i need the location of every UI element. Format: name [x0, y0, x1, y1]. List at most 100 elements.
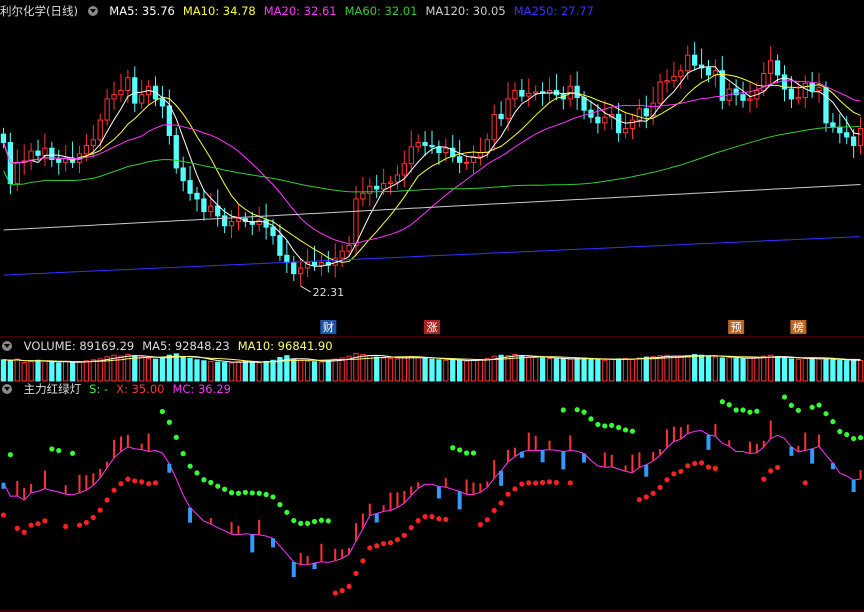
candle	[339, 250, 345, 259]
signal-bar	[561, 451, 566, 470]
support-dot	[180, 451, 186, 457]
chevron-down-icon[interactable]	[2, 384, 12, 394]
volume-bar	[7, 360, 14, 382]
signal-bar	[1, 482, 6, 489]
resistance-dot	[139, 479, 145, 485]
signal-bar	[638, 452, 641, 468]
candle	[643, 108, 649, 117]
signal-bar	[92, 473, 95, 486]
signal-bar	[631, 454, 634, 473]
support-dot	[616, 424, 622, 431]
resistance-dot	[705, 464, 712, 470]
signal-bar	[361, 513, 364, 529]
signal-bar	[78, 474, 81, 493]
support-dot	[816, 402, 822, 408]
ma-legend-item-1: MA10: 34.78	[182, 4, 256, 18]
support-dot	[574, 407, 580, 413]
candle	[505, 98, 511, 120]
ma-legend-item-0: MA5: 35.76	[109, 4, 175, 18]
signal-bar	[64, 485, 67, 495]
resistance-dot	[422, 513, 428, 520]
support-dot	[235, 490, 242, 496]
volume-bar	[685, 355, 691, 382]
support-dot	[159, 408, 166, 415]
candle	[263, 219, 269, 228]
support-dot	[215, 483, 221, 489]
resistance-dot	[97, 507, 103, 513]
volume-bar	[664, 354, 670, 382]
volume-bar	[477, 358, 484, 382]
candle	[664, 80, 670, 83]
support-dot	[560, 407, 566, 413]
volume-legend-item-1: MA5: 92848.23	[142, 339, 230, 353]
resistance-dot	[657, 484, 663, 491]
candle	[491, 113, 497, 141]
volume-bar	[484, 357, 490, 382]
signal-bar	[728, 440, 731, 447]
candle	[394, 174, 401, 183]
candle	[857, 128, 864, 146]
volume-bar	[415, 356, 421, 382]
stock-title[interactable]: 利尔化学(日线)	[0, 4, 78, 18]
support-dot	[457, 447, 463, 453]
volume-bar	[533, 357, 539, 382]
volume-bar	[42, 360, 48, 382]
volume-bar	[97, 358, 103, 382]
signal-bar	[666, 429, 669, 448]
candle	[581, 97, 587, 111]
volume-bar	[788, 358, 795, 382]
signal-bar	[762, 440, 765, 447]
signal-bar	[291, 562, 296, 578]
volume-bar	[754, 356, 760, 382]
candle	[415, 142, 421, 148]
resistance-dot	[63, 523, 69, 530]
resistance-dot	[761, 476, 767, 482]
candle	[512, 89, 518, 100]
support-dot	[242, 489, 248, 495]
chevron-down-icon[interactable]	[2, 341, 12, 351]
resistance-dot	[111, 487, 117, 493]
candle	[519, 89, 525, 97]
signal-bar	[188, 507, 193, 523]
resistance-dot	[678, 468, 684, 475]
ma20-line	[3, 80, 861, 245]
signal-bar	[389, 492, 392, 511]
mc-line	[3, 430, 861, 566]
support-dot	[747, 409, 753, 415]
candle	[215, 205, 221, 217]
resistance-dot	[650, 490, 656, 496]
signal-bar	[258, 519, 261, 535]
support-dot	[781, 394, 788, 400]
candle	[111, 94, 117, 100]
signal-bar	[126, 434, 129, 447]
support-dot	[194, 470, 200, 476]
candle	[768, 60, 774, 75]
candle	[629, 119, 636, 130]
volume-bar	[215, 361, 221, 382]
signal-bar	[209, 517, 212, 524]
resistance-dot	[152, 480, 159, 486]
signal-bar	[147, 433, 150, 452]
candle	[602, 116, 608, 124]
volume-bar	[733, 357, 739, 382]
support-dot	[622, 427, 629, 433]
resistance-dot	[14, 525, 20, 531]
indicator-legend-item-0: 主力红绿灯	[23, 382, 82, 396]
resistance-dot	[408, 525, 414, 531]
signal-bar	[334, 548, 337, 561]
signal-bar	[312, 562, 317, 569]
signal-bar	[507, 449, 510, 462]
stock-chart[interactable]: 22.31 财 涨 预 榜	[0, 0, 864, 612]
volume-bar	[132, 355, 138, 382]
signal-bar	[610, 454, 613, 467]
signal-bar	[436, 486, 441, 499]
candle	[705, 67, 712, 76]
resistance-dot	[381, 541, 387, 547]
signal-bar	[755, 443, 758, 453]
resistance-dot	[698, 460, 705, 466]
support-dot	[284, 509, 290, 515]
support-dot	[311, 518, 318, 525]
volume-bar	[443, 359, 449, 382]
chevron-down-icon[interactable]	[87, 6, 98, 16]
support-dot	[629, 428, 636, 434]
